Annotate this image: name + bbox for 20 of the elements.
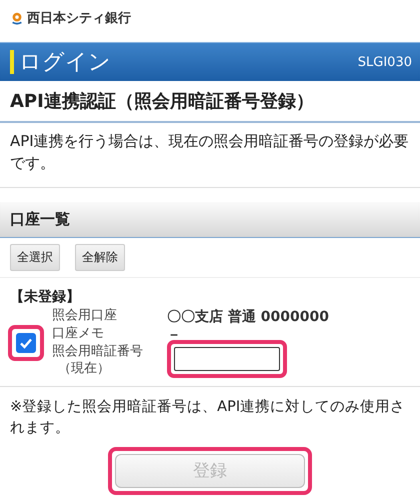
accent-bar (10, 50, 14, 74)
field-value: － (167, 326, 181, 344)
description-text: API連携を行う場合は、現在の照会用暗証番号の登録が必要です。 (0, 123, 420, 188)
header-title: ログイン (19, 49, 112, 77)
bulk-select-button[interactable]: 全選択 (10, 244, 60, 270)
checkbox[interactable] (8, 324, 44, 360)
note-text: ※登録した照会用暗証番号は、API連携に対してのみ使用されます。 (9, 398, 406, 438)
page-title: API連携認証（照会用暗証番号登録） (0, 81, 420, 123)
bank-logo-icon (10, 11, 24, 25)
field-label: 口座メモ (52, 326, 105, 343)
section-heading: 口座一覧 (0, 202, 420, 238)
screen-id: SLGI030 (358, 54, 412, 70)
field-label: 照会用口座 (52, 308, 118, 325)
field-value: 〇〇支店 普通 0000000 (167, 308, 329, 326)
field-sublabel: （現在） (57, 360, 111, 377)
field-label: 照会用暗証番号 (52, 344, 144, 360)
group-label: 【未登録】 (9, 288, 81, 306)
pin-input-field[interactable] (167, 340, 287, 378)
bank-name: 西日本シティ銀行 (27, 10, 131, 27)
bulk-select-button[interactable]: 全解除 (75, 244, 125, 270)
